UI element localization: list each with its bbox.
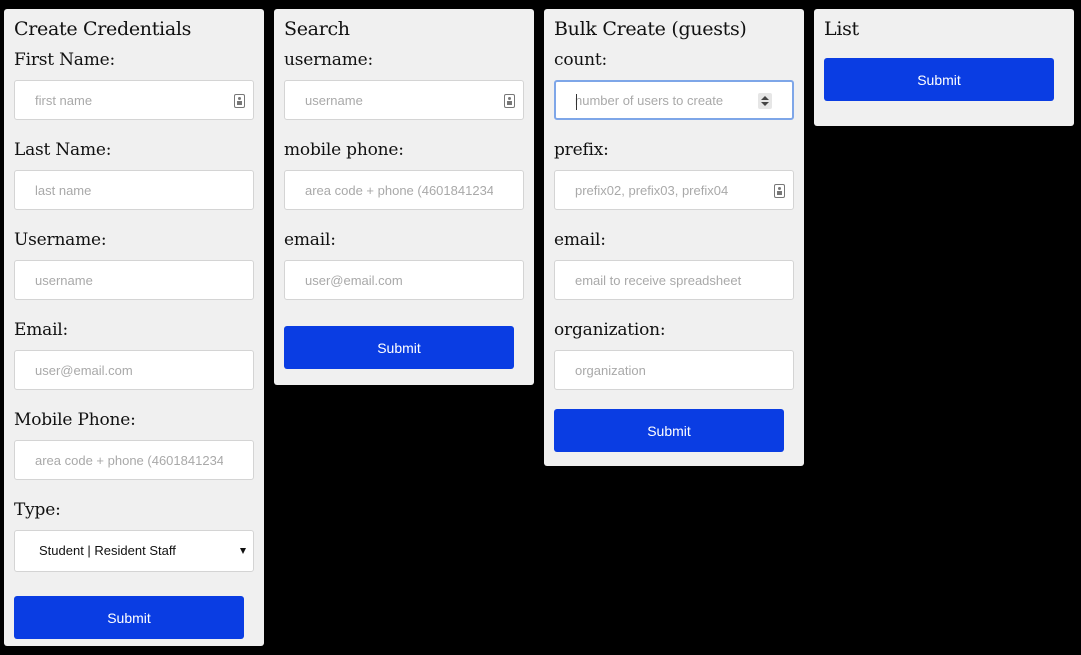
last-name-input[interactable] (15, 171, 253, 209)
search-username-label: username: (284, 50, 374, 70)
search-mobile-label: mobile phone: (284, 140, 404, 160)
list-submit-button[interactable]: Submit (824, 58, 1054, 101)
organization-input[interactable] (555, 351, 793, 389)
search-username-input[interactable] (285, 81, 523, 119)
bulk-create-title: Bulk Create (guests) (554, 18, 747, 40)
search-email-field-wrapper (284, 260, 524, 300)
search-panel: Search username: mobile phone: email: Su… (274, 9, 534, 385)
search-submit-button[interactable]: Submit (284, 326, 514, 369)
last-name-field-wrapper (14, 170, 254, 210)
organization-field-wrapper (554, 350, 794, 390)
contact-card-icon[interactable] (234, 94, 245, 108)
bulk-submit-button[interactable]: Submit (554, 409, 784, 452)
search-title: Search (284, 18, 350, 40)
type-select[interactable]: Student | Resident Staff (14, 530, 254, 572)
search-email-input[interactable] (285, 261, 523, 299)
email-field-wrapper (14, 350, 254, 390)
username-label: Username: (14, 230, 107, 250)
bulk-create-panel: Bulk Create (guests) count: prefix: emai… (544, 9, 804, 466)
organization-label: organization: (554, 320, 666, 340)
prefix-label: prefix: (554, 140, 609, 160)
chevron-down-icon (240, 548, 246, 554)
type-label: Type: (14, 500, 61, 520)
search-mobile-field-wrapper (284, 170, 524, 210)
count-input[interactable] (556, 82, 792, 118)
search-mobile-input[interactable] (285, 171, 523, 209)
contact-card-icon[interactable] (504, 94, 515, 108)
search-username-field-wrapper (284, 80, 524, 120)
mobile-phone-field-wrapper (14, 440, 254, 480)
username-field-wrapper (14, 260, 254, 300)
email-label: Email: (14, 320, 69, 340)
list-title: List (824, 18, 859, 40)
first-name-field-wrapper (14, 80, 254, 120)
email-input[interactable] (15, 351, 253, 389)
text-caret (576, 94, 577, 110)
bulk-email-label: email: (554, 230, 606, 250)
type-select-value: Student | Resident Staff (39, 543, 176, 558)
first-name-input[interactable] (15, 81, 253, 119)
spinner-arrows-icon[interactable] (758, 93, 772, 109)
create-credentials-panel: Create Credentials First Name: Last Name… (4, 9, 264, 646)
mobile-phone-label: Mobile Phone: (14, 410, 136, 430)
prefix-input[interactable] (555, 171, 793, 209)
count-field-wrapper (554, 80, 794, 120)
create-credentials-title: Create Credentials (14, 18, 192, 40)
search-email-label: email: (284, 230, 336, 250)
count-label: count: (554, 50, 608, 70)
last-name-label: Last Name: (14, 140, 112, 160)
bulk-email-input[interactable] (555, 261, 793, 299)
bulk-email-field-wrapper (554, 260, 794, 300)
mobile-phone-input[interactable] (15, 441, 253, 479)
contact-card-icon[interactable] (774, 184, 785, 198)
list-panel: List Submit (814, 9, 1074, 126)
prefix-field-wrapper (554, 170, 794, 210)
create-submit-button[interactable]: Submit (14, 596, 244, 639)
first-name-label: First Name: (14, 50, 116, 70)
username-input[interactable] (15, 261, 253, 299)
